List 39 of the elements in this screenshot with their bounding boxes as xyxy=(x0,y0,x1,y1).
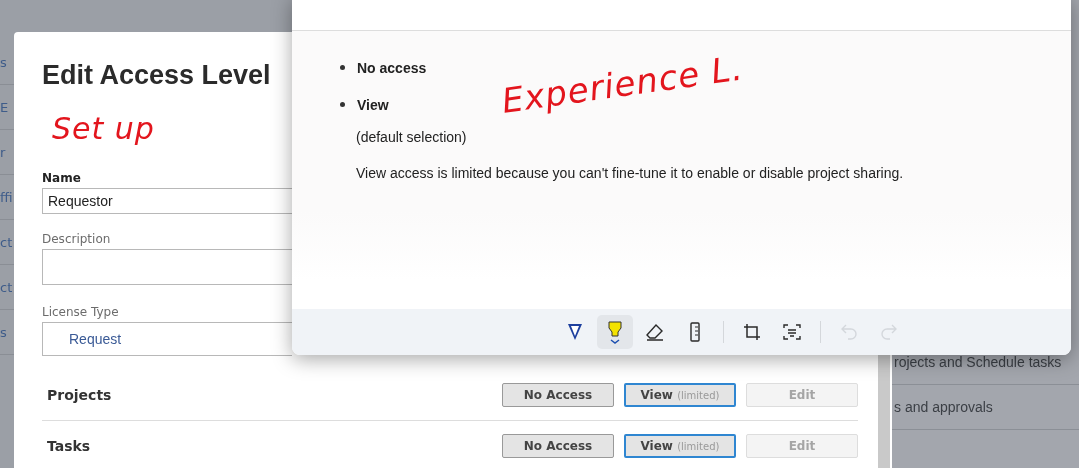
paragraph: (default selection) xyxy=(356,129,468,145)
crop-icon xyxy=(742,323,761,341)
undo-icon xyxy=(839,323,858,341)
paragraph: View access is limited because you can't fine-tune it to enable or disable project sharing. xyxy=(356,165,905,181)
menu-item[interactable]: ct xyxy=(0,234,13,250)
menu-item[interactable]: s xyxy=(0,54,7,70)
access-row-label: Tasks xyxy=(47,438,92,454)
access-row-label: Projects xyxy=(47,387,113,403)
redo-icon xyxy=(879,323,898,341)
field-label: Name xyxy=(42,171,82,185)
access-option-button[interactable]: View (limited) xyxy=(624,434,736,458)
field-label: License Type xyxy=(42,305,120,319)
menu-item[interactable]: ffi xyxy=(0,189,13,205)
handwritten-note: Set up xyxy=(52,110,155,148)
bullet-icon xyxy=(340,65,345,70)
text-scan-icon xyxy=(782,323,801,341)
highlighter-icon xyxy=(606,320,623,344)
license-type-select[interactable]: Request xyxy=(42,322,292,356)
name-field[interactable]: Requestor xyxy=(42,188,292,214)
pen-icon xyxy=(566,322,583,342)
access-option-button[interactable]: No Access xyxy=(502,434,614,458)
field-label: Description xyxy=(42,232,112,246)
bullet-text: View xyxy=(357,96,389,113)
eraser-icon xyxy=(644,323,665,341)
bullet-icon xyxy=(340,102,345,107)
access-option-button[interactable]: No Access xyxy=(502,383,614,407)
bullet-text: No access xyxy=(357,59,427,76)
handwritten-note: Experience L. xyxy=(499,47,746,121)
list-row-text: rojects and Schedule tasks xyxy=(894,354,1062,370)
menu-item[interactable]: r xyxy=(0,144,6,160)
description-field[interactable] xyxy=(42,249,292,285)
ruler-icon xyxy=(689,322,700,342)
dialog-title: Edit Access Level xyxy=(42,60,271,91)
access-option-button[interactable]: View (limited) xyxy=(624,383,736,407)
menu-item[interactable]: ct xyxy=(0,279,13,295)
list-row-text: s and approvals xyxy=(894,399,993,415)
scrollbar[interactable] xyxy=(878,352,890,468)
menu-item[interactable]: E xyxy=(0,99,9,115)
menu-item[interactable]: s xyxy=(0,324,7,340)
